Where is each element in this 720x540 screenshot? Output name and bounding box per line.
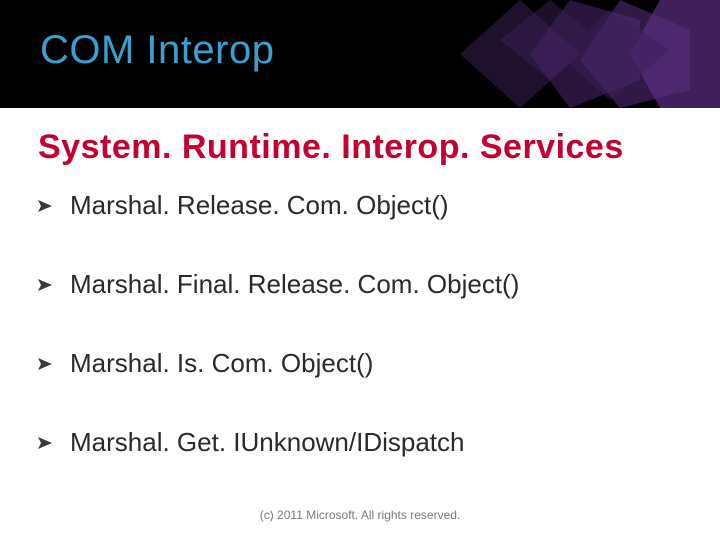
bullet-text: Marshal. Get. IUnknown/IDispatch bbox=[70, 427, 465, 458]
list-item: Marshal. Get. IUnknown/IDispatch bbox=[38, 427, 682, 458]
bullet-text: Marshal. Release. Com. Object() bbox=[70, 190, 449, 221]
bullet-list: Marshal. Release. Com. Object() Marshal.… bbox=[38, 190, 682, 506]
footer-copyright: (c) 2011 Microsoft. All rights reserved. bbox=[0, 508, 720, 522]
list-item: Marshal. Is. Com. Object() bbox=[38, 348, 682, 379]
slide: COM Interop System. Runtime. Interop. Se… bbox=[0, 0, 720, 540]
bullet-arrow-icon bbox=[38, 355, 60, 373]
bullet-arrow-icon bbox=[38, 276, 60, 294]
header-decoration bbox=[460, 0, 720, 108]
list-item: Marshal. Final. Release. Com. Object() bbox=[38, 269, 682, 300]
bullet-text: Marshal. Is. Com. Object() bbox=[70, 348, 373, 379]
bullet-arrow-icon bbox=[38, 434, 60, 452]
slide-title: COM Interop bbox=[40, 28, 274, 73]
bullet-arrow-icon bbox=[38, 197, 60, 215]
list-item: Marshal. Release. Com. Object() bbox=[38, 190, 682, 221]
bullet-text: Marshal. Final. Release. Com. Object() bbox=[70, 269, 519, 300]
subheading: System. Runtime. Interop. Services bbox=[38, 128, 624, 167]
